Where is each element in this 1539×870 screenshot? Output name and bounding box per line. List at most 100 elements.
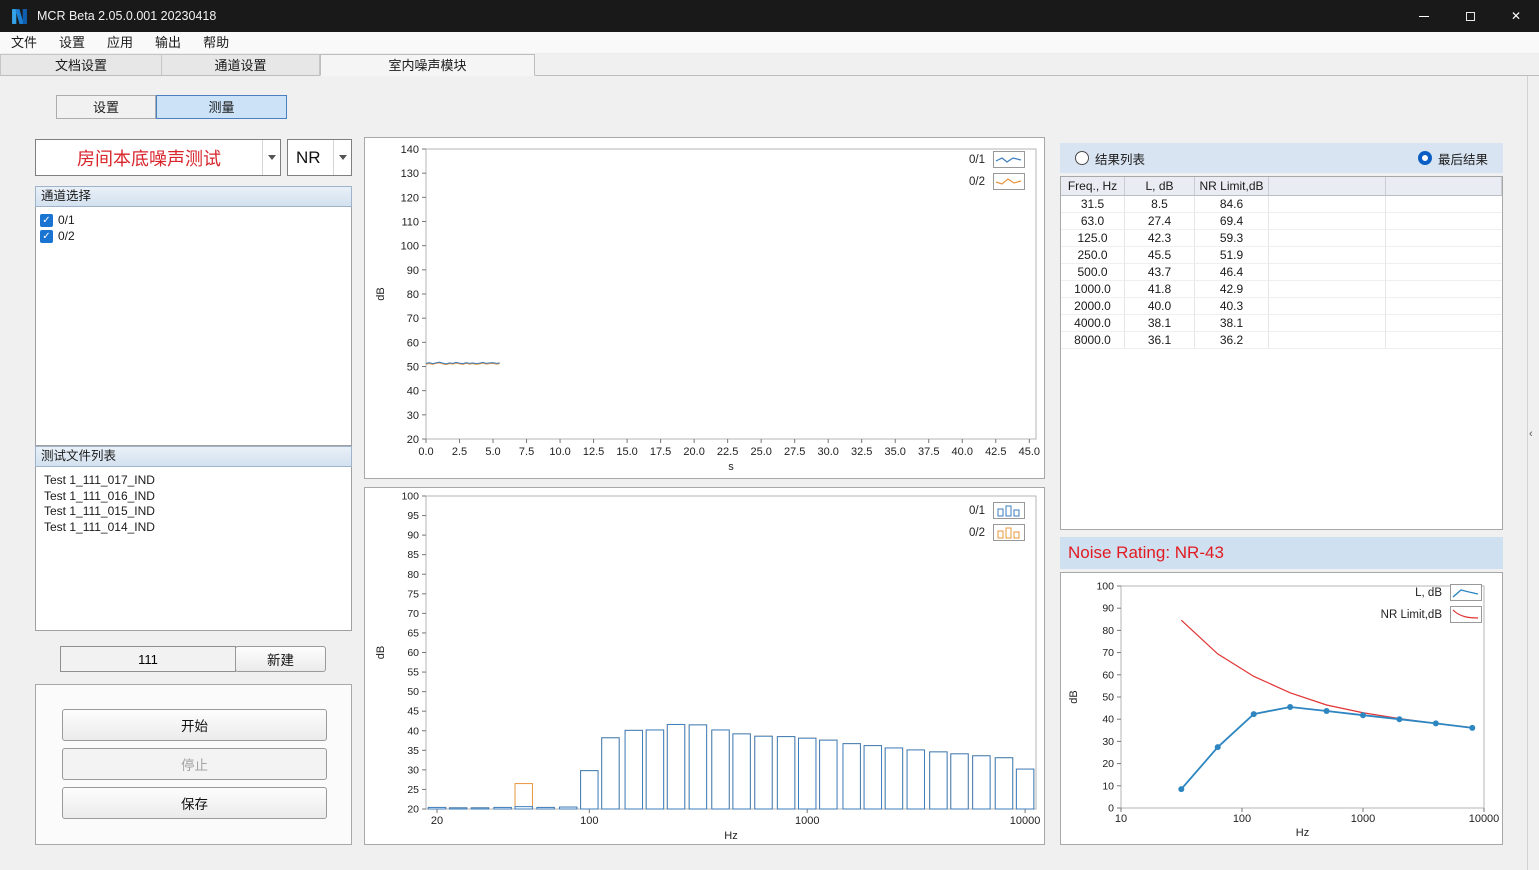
time-chart: 14013012011010090807060504030200.02.55.0…: [365, 138, 1044, 478]
table-cell: 500.0: [1061, 264, 1125, 281]
sub-tabs-1[interactable]: 测量: [156, 95, 287, 119]
file-list-item-2[interactable]: Test 1_111_015_IND: [44, 504, 343, 520]
table-row-2[interactable]: 125.042.359.3: [1061, 230, 1502, 247]
table-cell: [1269, 332, 1386, 349]
checkbox-checked-icon[interactable]: ✓: [40, 214, 53, 227]
table-cell: 41.8: [1125, 281, 1195, 298]
file-list-item-0[interactable]: Test 1_111_017_IND: [44, 473, 343, 489]
title-bar: MCR Beta 2.05.0.001 20230418 ✕: [0, 0, 1539, 32]
sub-tabs-0[interactable]: 设置: [56, 95, 156, 119]
svg-text:20.0: 20.0: [683, 446, 704, 458]
table-row-4[interactable]: 500.043.746.4: [1061, 264, 1502, 281]
svg-text:30: 30: [407, 764, 419, 776]
svg-text:1000: 1000: [795, 815, 819, 827]
svg-text:85: 85: [407, 549, 419, 561]
results-view-switch: 结果列表 最后结果: [1060, 143, 1503, 173]
table-row-7[interactable]: 4000.038.138.1: [1061, 315, 1502, 332]
rating-type-combobox[interactable]: NR: [287, 139, 352, 176]
legend-bars-icon: [993, 524, 1025, 541]
svg-text:dB: dB: [375, 287, 387, 300]
measurement-name-input[interactable]: [60, 646, 236, 672]
channel-row-0[interactable]: ✓0/1: [40, 212, 347, 228]
svg-text:40.0: 40.0: [952, 446, 973, 458]
table-row-1[interactable]: 63.027.469.4: [1061, 213, 1502, 230]
svg-text:75: 75: [407, 588, 419, 600]
menu-item-3[interactable]: 输出: [144, 32, 192, 54]
legend-label: 0/2: [969, 176, 985, 188]
radio-unselected-icon: [1075, 151, 1089, 165]
file-list-item-3[interactable]: Test 1_111_014_IND: [44, 520, 343, 536]
table-row-8[interactable]: 8000.036.136.2: [1061, 332, 1502, 349]
menu-item-4[interactable]: 帮助: [192, 32, 240, 54]
svg-text:140: 140: [401, 144, 419, 156]
legend-item: 0/2: [969, 524, 1025, 541]
menu-item-2[interactable]: 应用: [96, 32, 144, 54]
spectrum-chart-panel: 1009590858075706560555045403530252020100…: [364, 487, 1045, 845]
time-chart-legend: 0/1 0/2: [969, 151, 1025, 190]
maximize-button[interactable]: [1447, 0, 1493, 32]
file-list-item-1[interactable]: Test 1_111_016_IND: [44, 489, 343, 505]
svg-text:110: 110: [401, 217, 419, 229]
maximize-icon: [1466, 12, 1475, 21]
noise-rating-banner: Noise Rating: NR-43: [1060, 537, 1503, 569]
svg-text:60: 60: [407, 647, 419, 659]
svg-text:20: 20: [407, 804, 419, 816]
table-cell: 69.4: [1195, 213, 1269, 230]
close-button[interactable]: ✕: [1493, 0, 1539, 32]
window-title: MCR Beta 2.05.0.001 20230418: [37, 9, 216, 23]
checkbox-checked-icon[interactable]: ✓: [40, 230, 53, 243]
table-row-5[interactable]: 1000.041.842.9: [1061, 281, 1502, 298]
legend-line-icon: [993, 173, 1025, 190]
table-row-0[interactable]: 31.58.584.6: [1061, 196, 1502, 213]
start-button[interactable]: 开始: [62, 709, 327, 741]
table-cell: 38.1: [1125, 315, 1195, 332]
table-header-cell: NR Limit,dB: [1195, 177, 1269, 196]
test-type-value: 房间本底噪声测试: [36, 145, 262, 171]
save-button[interactable]: 保存: [62, 787, 327, 819]
table-header-row: Freq., HzL, dBNR Limit,dB: [1061, 177, 1502, 196]
svg-text:20: 20: [431, 815, 443, 827]
svg-text:45.0: 45.0: [1019, 446, 1040, 458]
svg-text:25.0: 25.0: [750, 446, 771, 458]
svg-text:42.5: 42.5: [985, 446, 1006, 458]
svg-text:60: 60: [407, 337, 419, 349]
menu-item-0[interactable]: 文件: [0, 32, 48, 54]
legend-label: NR Limit,dB: [1381, 609, 1442, 621]
table-cell: 27.4: [1125, 213, 1195, 230]
table-cell: [1386, 264, 1502, 281]
table-cell: 42.9: [1195, 281, 1269, 298]
test-type-combobox[interactable]: 房间本底噪声测试: [35, 139, 281, 176]
main-tabs-2[interactable]: 室内噪声模块: [320, 54, 535, 76]
svg-text:50: 50: [407, 362, 419, 374]
svg-text:80: 80: [1102, 625, 1114, 637]
table-row-6[interactable]: 2000.040.040.3: [1061, 298, 1502, 315]
svg-text:80: 80: [407, 569, 419, 581]
channel-row-1[interactable]: ✓0/2: [40, 228, 347, 244]
nr-chart-panel: 100908070605040302010010100100010000HzdB…: [1060, 572, 1503, 845]
legend-item: 0/1: [969, 151, 1025, 168]
table-header-cell: [1386, 177, 1502, 196]
svg-text:40: 40: [1102, 714, 1114, 726]
menu-item-1[interactable]: 设置: [48, 32, 96, 54]
table-cell: [1386, 230, 1502, 247]
svg-text:37.5: 37.5: [918, 446, 939, 458]
new-button[interactable]: 新建: [235, 646, 326, 672]
radio-last-result[interactable]: 最后结果: [1418, 149, 1488, 168]
combo-caret-box[interactable]: [333, 140, 351, 175]
table-cell: 2000.0: [1061, 298, 1125, 315]
svg-text:20: 20: [407, 434, 419, 446]
main-tabs-1[interactable]: 通道设置: [162, 54, 320, 75]
minimize-button[interactable]: [1401, 0, 1447, 32]
radio-label: 结果列表: [1095, 149, 1145, 168]
table-cell: 38.1: [1195, 315, 1269, 332]
radio-result-list[interactable]: 结果列表: [1075, 149, 1145, 168]
svg-text:70: 70: [1102, 647, 1114, 659]
main-tabs-0[interactable]: 文档设置: [0, 54, 162, 75]
app-logo-icon: [11, 8, 28, 25]
collapse-arrow-icon[interactable]: ‹: [1529, 428, 1533, 440]
table-row-3[interactable]: 250.045.551.9: [1061, 247, 1502, 264]
combo-caret-box[interactable]: [262, 140, 280, 175]
table-cell: 4000.0: [1061, 315, 1125, 332]
svg-text:130: 130: [401, 168, 419, 180]
svg-text:10000: 10000: [1469, 813, 1500, 825]
